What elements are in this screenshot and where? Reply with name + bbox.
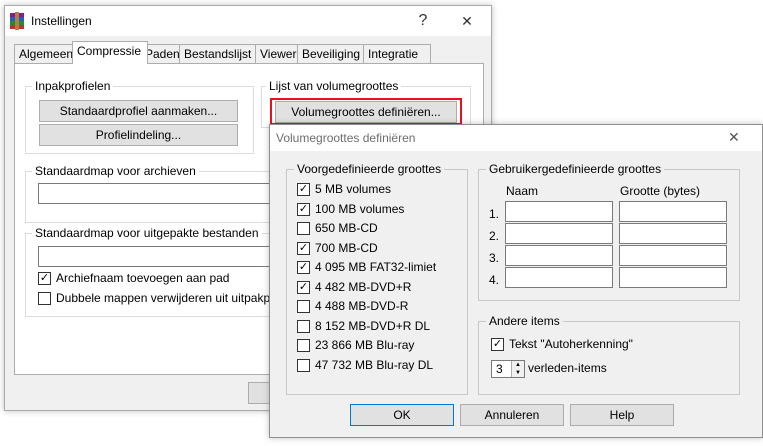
size-bytes-input[interactable]: [619, 245, 727, 266]
winrar-app-icon: [9, 12, 25, 30]
user-defined-label: Gebruikergedefinieerde groottes: [486, 162, 665, 176]
window-title: Instellingen: [31, 14, 92, 28]
predefined-item[interactable]: ✓ 5 MB volumes: [297, 181, 457, 197]
help-icon[interactable]: ?: [405, 6, 441, 36]
predefined-item-checkbox[interactable]: ✓: [297, 261, 310, 274]
predefined-item-label: 650 MB-CD: [315, 221, 378, 235]
predefined-item[interactable]: ✓ 4 482 MB-DVD+R: [297, 279, 457, 295]
row-number: 3.: [489, 251, 500, 265]
define-volume-sizes-button[interactable]: Volumegroottes definiëren...: [275, 101, 457, 123]
row-number: 2.: [489, 229, 500, 243]
extract-folder-label: Standaardmap voor uitgepakte bestanden: [32, 226, 262, 240]
predefined-item-label: 100 MB volumes: [315, 201, 405, 216]
predefined-item-checkbox[interactable]: [297, 222, 310, 235]
close-icon[interactable]: ✕: [449, 6, 485, 36]
add-archive-name-option[interactable]: ✓ Archiefnaam toevoegen aan pad: [38, 270, 288, 286]
tab-compressie[interactable]: Compressie: [72, 41, 148, 64]
other-items-label: Andere items: [486, 314, 563, 328]
row-number: 4.: [489, 273, 500, 287]
volume-sizes-dialog: Volumegroottes definiëren ✕ Voorgedefini…: [269, 124, 763, 438]
previous-items-count: 3: [496, 362, 503, 376]
other-items-group: [478, 321, 740, 395]
predefined-item-label: 700 MB-CD: [315, 240, 378, 255]
archive-folder-label: Standaardmap voor archieven: [32, 164, 199, 178]
predefined-item-checkbox[interactable]: ✓: [297, 202, 310, 216]
volume-list-label: Lijst van volumegroottes: [266, 79, 402, 93]
previous-items-spinner[interactable]: 3 ▲ ▼: [491, 360, 525, 378]
autodetect-checkbox[interactable]: ✓: [491, 338, 504, 351]
add-archive-name-label: Archiefnaam toevoegen aan pad: [56, 271, 230, 285]
predefined-item[interactable]: 650 MB-CD: [297, 220, 457, 236]
row-number: 1.: [489, 207, 500, 221]
autodetect-option[interactable]: ✓ Tekst "Autoherkenning": [491, 336, 711, 352]
size-bytes-input[interactable]: [619, 223, 727, 244]
spinner-down-icon[interactable]: ▼: [511, 369, 524, 377]
predefined-item[interactable]: 47 732 MB Blu-ray DL: [297, 357, 457, 373]
create-default-profile-button[interactable]: Standaardprofiel aanmaken...: [39, 100, 238, 122]
predefined-item[interactable]: ✓ 4 095 MB FAT32-limiet: [297, 259, 457, 275]
predefined-item-label: 4 482 MB-DVD+R: [315, 279, 412, 294]
predefined-item-label: 23 866 MB Blu-ray: [315, 338, 415, 352]
predefined-item-checkbox[interactable]: ✓: [297, 183, 310, 196]
autodetect-label: Tekst "Autoherkenning": [509, 337, 633, 351]
predefined-item-label: 4 095 MB FAT32-limiet: [315, 260, 437, 274]
help-button[interactable]: Help: [570, 404, 674, 426]
remove-duplicate-folders-checkbox[interactable]: [38, 292, 51, 305]
predefined-item-label: 4 488 MB-DVD-R: [315, 299, 409, 313]
predefined-item-checkbox[interactable]: [297, 319, 310, 333]
inpakprofielen-label: Inpakprofielen: [32, 79, 114, 93]
size-name-input[interactable]: [505, 267, 613, 288]
predefined-label: Voorgedefinieerde groottes: [294, 162, 445, 176]
ok-button[interactable]: OK: [350, 404, 454, 426]
predefined-item-checkbox[interactable]: ✓: [297, 241, 310, 255]
dialog-title-bar: Volumegroottes definiëren ✕: [270, 125, 762, 151]
remove-duplicate-folders-label: Dubbele mappen verwijderen uit uitpakpad: [56, 291, 284, 305]
col-size-header: Grootte (bytes): [620, 184, 701, 198]
predefined-item[interactable]: ✓ 700 MB-CD: [297, 240, 457, 256]
tab-algemeen[interactable]: Algemeen: [14, 44, 80, 64]
predefined-item-label: 47 732 MB Blu-ray DL: [315, 357, 434, 372]
predefined-item[interactable]: 23 866 MB Blu-ray: [297, 337, 457, 353]
size-name-input[interactable]: [505, 223, 613, 244]
add-archive-name-checkbox[interactable]: ✓: [38, 272, 51, 285]
predefined-item-checkbox[interactable]: ✓: [297, 280, 310, 294]
size-name-input[interactable]: [505, 201, 613, 222]
predefined-item-checkbox[interactable]: [297, 300, 310, 313]
size-bytes-input[interactable]: [619, 201, 727, 222]
size-name-input[interactable]: [505, 245, 613, 266]
previous-items-label: verleden-items: [528, 361, 607, 375]
cancel-button[interactable]: Annuleren: [460, 404, 564, 426]
predefined-item-label: 5 MB volumes: [315, 182, 392, 196]
spinner-up-icon[interactable]: ▲: [511, 361, 524, 369]
predefined-item-checkbox[interactable]: [297, 358, 310, 372]
predefined-item[interactable]: 8 152 MB-DVD+R DL: [297, 318, 457, 334]
profile-layout-button[interactable]: Profielindeling...: [39, 124, 238, 146]
predefined-item-checkbox[interactable]: [297, 339, 310, 352]
size-bytes-input[interactable]: [619, 267, 727, 288]
tab-integratie[interactable]: Integratie: [363, 44, 431, 64]
tab-bestandslijst[interactable]: Bestandslijst: [179, 44, 263, 64]
tab-strip: Algemeen Compressie Paden Bestandslijst …: [14, 41, 434, 64]
predefined-item[interactable]: 4 488 MB-DVD-R: [297, 298, 457, 314]
remove-duplicate-folders-option[interactable]: Dubbele mappen verwijderen uit uitpakpad: [38, 290, 288, 306]
predefined-item-label: 8 152 MB-DVD+R DL: [315, 318, 431, 333]
dialog-title: Volumegroottes definiëren: [276, 131, 416, 145]
title-bar: Instellingen ? ✕: [5, 6, 491, 36]
col-name-header: Naam: [506, 184, 539, 198]
predefined-item[interactable]: ✓ 100 MB volumes: [297, 201, 457, 217]
tab-beveiliging[interactable]: Beveiliging: [297, 44, 371, 64]
dialog-close-icon[interactable]: ✕: [728, 129, 740, 146]
